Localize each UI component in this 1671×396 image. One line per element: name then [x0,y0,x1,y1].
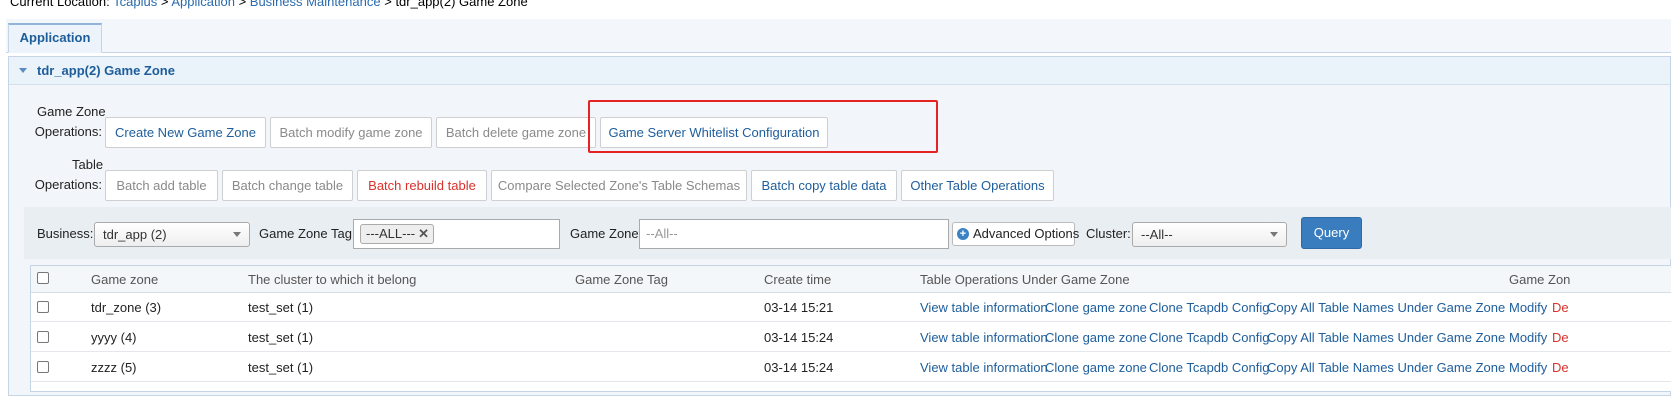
cluster-select-value: --All-- [1141,227,1173,242]
row-checkbox[interactable] [37,331,49,343]
table-header: Game zone The cluster to which it belong… [31,266,1671,293]
tab-bar: Application [6,19,1671,53]
breadcrumb-separator: > [238,0,247,9]
view-table-information-link[interactable]: View table information [920,360,1048,375]
advanced-options-button[interactable]: + Advanced Options [952,222,1079,246]
query-button[interactable]: Query [1301,217,1362,249]
breadcrumb-link-tcaplus[interactable]: Tcaplus [113,0,157,9]
cell-cluster: test_set (1) [248,330,314,345]
column-header-game-zone-ops: Game Zon [1509,272,1571,287]
copy-all-table-names-link[interactable]: Copy All Table Names Under Game Zone [1267,330,1505,345]
tab-application[interactable]: Application [8,23,102,53]
cell-create-time: 03-14 15:21 [764,300,834,315]
batch-add-table-button[interactable]: Batch add table [105,170,218,201]
panel-header[interactable]: tdr_app(2) Game Zone [9,57,1670,85]
batch-copy-table-data-button[interactable]: Batch copy table data [751,170,897,201]
breadcrumb-separator: > [160,0,169,9]
game-zone-operations-label-line2: Operations: [34,124,102,139]
breadcrumb-link-application[interactable]: Application [171,0,235,9]
breadcrumb-link-business-maintenance[interactable]: Business Maintenance [250,0,381,9]
table-row: zzzz (5) test_set (1) 03-14 15:24 View t… [31,353,1671,382]
create-new-game-zone-button[interactable]: Create New Game Zone [105,117,266,148]
tag-chip-label: ---ALL--- [366,226,416,241]
cell-game-zone: yyyy (4) [91,330,137,345]
row-checkbox[interactable] [37,361,49,373]
business-label: Business: [37,226,94,241]
table-row: yyyy (4) test_set (1) 03-14 15:24 View t… [31,323,1671,352]
breadcrumb-separator: > [384,0,392,9]
batch-modify-game-zone-button[interactable]: Batch modify game zone [270,117,432,148]
business-select[interactable]: tdr_app (2) [94,222,250,247]
modify-link[interactable]: Modify [1509,360,1547,375]
cell-cluster: test_set (1) [248,300,314,315]
copy-all-table-names-link[interactable]: Copy All Table Names Under Game Zone [1267,300,1505,315]
tag-chip: ---ALL--- ✕ [360,224,435,244]
game-zone-tag-label: Game Zone Tag: [259,226,356,241]
cluster-select[interactable]: --All-- [1132,222,1287,247]
column-header-game-zone-tag[interactable]: Game Zone Tag [575,272,668,287]
game-zone-operations-label-line1: Game Zone [37,104,106,119]
clone-tcapdb-config-link[interactable]: Clone Tcapdb Config [1149,330,1269,345]
modify-link[interactable]: Modify [1509,330,1547,345]
breadcrumb: Current Location: Tcaplus > Application … [10,0,528,9]
breadcrumb-current: tdr_app(2) Game Zone [395,0,528,9]
table-row: tdr_zone (3) test_set (1) 03-14 15:21 Vi… [31,293,1671,322]
cluster-label: Cluster: [1086,226,1131,241]
chevron-down-icon [233,232,241,237]
game-zone-input[interactable]: --All-- [639,219,949,249]
cell-game-zone: zzzz (5) [91,360,137,375]
breadcrumb-prefix: Current Location: [10,0,110,9]
cell-create-time: 03-14 15:24 [764,360,834,375]
cell-game-zone: tdr_zone (3) [91,300,162,315]
game-zone-tag-input[interactable]: ---ALL--- ✕ [353,219,560,249]
business-select-value: tdr_app (2) [103,227,167,242]
clone-tcapdb-config-link[interactable]: Clone Tcapdb Config [1149,300,1269,315]
advanced-options-label: Advanced Options [973,226,1080,241]
chevron-down-icon [1270,232,1278,237]
batch-change-table-button[interactable]: Batch change table [222,170,353,201]
clone-tcapdb-config-link[interactable]: Clone Tcapdb Config [1149,360,1269,375]
remove-chip-icon[interactable]: ✕ [418,226,429,241]
view-table-information-link[interactable]: View table information [920,300,1048,315]
other-table-operations-button[interactable]: Other Table Operations [901,170,1054,201]
game-zone-operations-label: Game Zone Operations: [28,102,106,142]
column-header-game-zone[interactable]: Game zone [91,272,158,287]
game-zone-table: Game zone The cluster to which it belong… [30,265,1671,392]
panel-title: tdr_app(2) Game Zone [37,63,175,78]
table-operations-label: Table Operations: [28,155,104,195]
select-all-checkbox[interactable] [37,272,49,284]
copy-all-table-names-link[interactable]: Copy All Table Names Under Game Zone [1267,360,1505,375]
cell-cluster: test_set (1) [248,360,314,375]
highlight-box [588,100,938,153]
column-header-create-time[interactable]: Create time [764,272,831,287]
clone-game-zone-link[interactable]: Clone game zone [1045,300,1147,315]
collapse-caret-icon[interactable] [19,68,27,73]
view-table-information-link[interactable]: View table information [920,330,1048,345]
game-zone-label: Game Zone: [570,226,643,241]
table-operations-label-line2: Operations: [34,177,102,192]
delete-link[interactable]: De [1552,330,1569,345]
delete-link[interactable]: De [1552,300,1569,315]
table-operations-label-line1: Table [72,157,104,172]
batch-rebuild-table-button[interactable]: Batch rebuild table [357,170,487,201]
row-checkbox[interactable] [37,301,49,313]
clone-game-zone-link[interactable]: Clone game zone [1045,330,1147,345]
compare-table-schemas-button[interactable]: Compare Selected Zone's Table Schemas [491,170,747,201]
column-header-cluster[interactable]: The cluster to which it belong [248,272,416,287]
column-header-table-operations: Table Operations Under Game Zone [920,272,1130,287]
delete-link[interactable]: De [1552,360,1569,375]
batch-delete-game-zone-button[interactable]: Batch delete game zone [436,117,596,148]
modify-link[interactable]: Modify [1509,300,1547,315]
plus-circle-icon: + [957,228,969,240]
cell-create-time: 03-14 15:24 [764,330,834,345]
clone-game-zone-link[interactable]: Clone game zone [1045,360,1147,375]
